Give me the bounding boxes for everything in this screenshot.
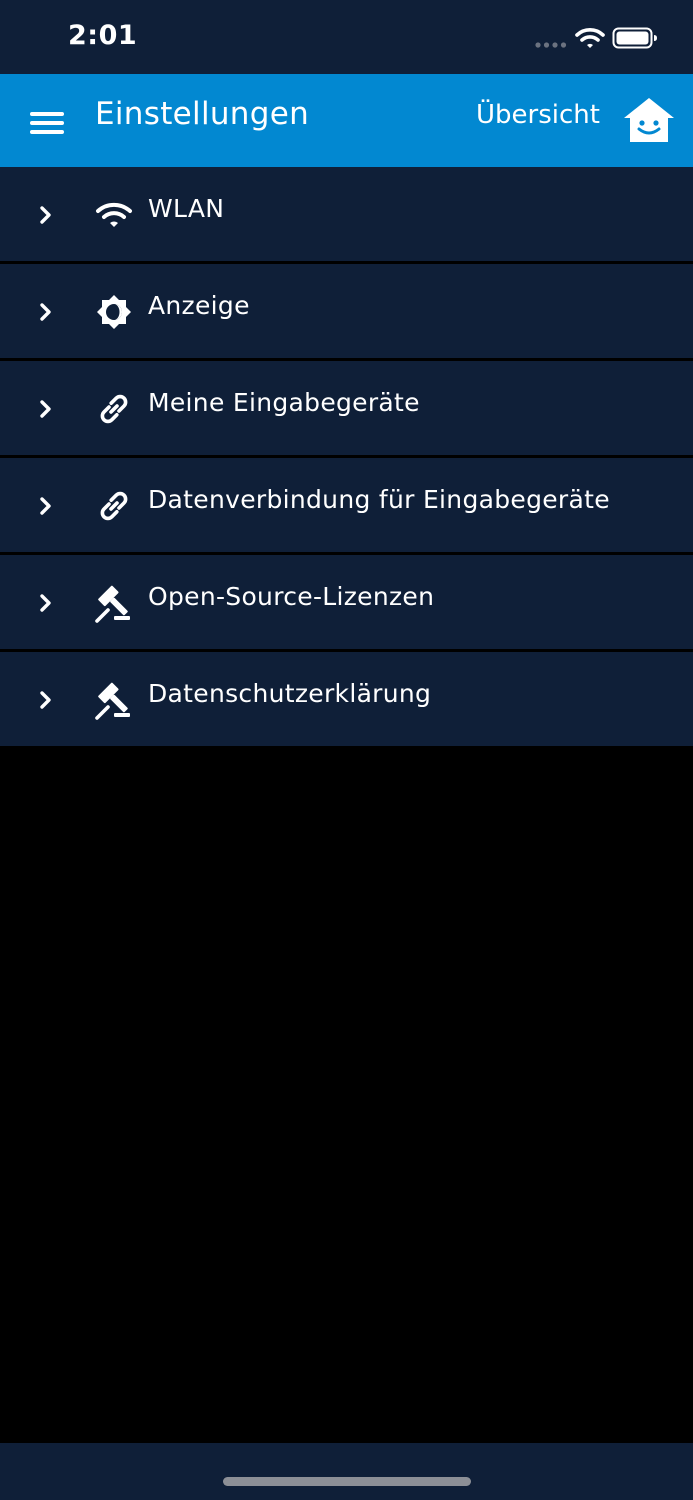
chevron-right-icon [40, 497, 51, 515]
settings-item-open-source-lizenzen[interactable]: Open-Source-Lizenzen [0, 555, 693, 652]
home-indicator[interactable] [223, 1477, 471, 1486]
chevron-right-icon [40, 303, 51, 321]
wifi-icon [96, 202, 132, 227]
bottom-bar [0, 1443, 693, 1500]
settings-item-meine-eingabegeraete[interactable]: Meine Eingabegeräte [0, 361, 693, 458]
signal-dots-icon [535, 42, 567, 48]
status-time: 2:01 [68, 20, 138, 51]
settings-item-datenverbindung[interactable]: Datenverbindung für Eingabegeräte [0, 458, 693, 555]
hamburger-menu-icon[interactable] [26, 104, 68, 136]
settings-item-datenschutzerklaerung[interactable]: Datenschutzerklärung [0, 652, 693, 749]
chevron-right-icon [40, 594, 51, 612]
gavel-icon [95, 585, 130, 623]
settings-item-anzeige[interactable]: Anzeige [0, 264, 693, 361]
brightness-icon [97, 295, 131, 329]
settings-item-label: Anzeige [148, 291, 250, 320]
overview-link[interactable]: Übersicht [476, 100, 600, 130]
settings-item-label: Meine Eingabegeräte [148, 388, 420, 417]
settings-item-label: Datenverbindung für Eingabegeräte [148, 485, 610, 514]
app-header: Einstellungen Übersicht [0, 74, 693, 167]
wifi-icon [575, 28, 605, 48]
chevron-right-icon [40, 206, 51, 224]
page-title: Einstellungen [95, 96, 310, 132]
link-icon [100, 491, 128, 521]
status-bar: 2:01 [0, 0, 693, 74]
settings-item-label: WLAN [148, 194, 225, 223]
link-icon [100, 394, 128, 424]
smiling-house-icon[interactable] [622, 96, 676, 144]
chevron-right-icon [40, 400, 51, 418]
gavel-icon [95, 682, 130, 720]
chevron-right-icon [40, 691, 51, 709]
settings-item-wlan[interactable]: WLAN [0, 167, 693, 264]
settings-item-label: Datenschutzerklärung [148, 679, 432, 708]
battery-icon [612, 27, 657, 49]
settings-list: WLAN Anzeige Meine Eingabegeräte Datenve… [0, 167, 693, 749]
settings-item-label: Open-Source-Lizenzen [148, 582, 435, 611]
